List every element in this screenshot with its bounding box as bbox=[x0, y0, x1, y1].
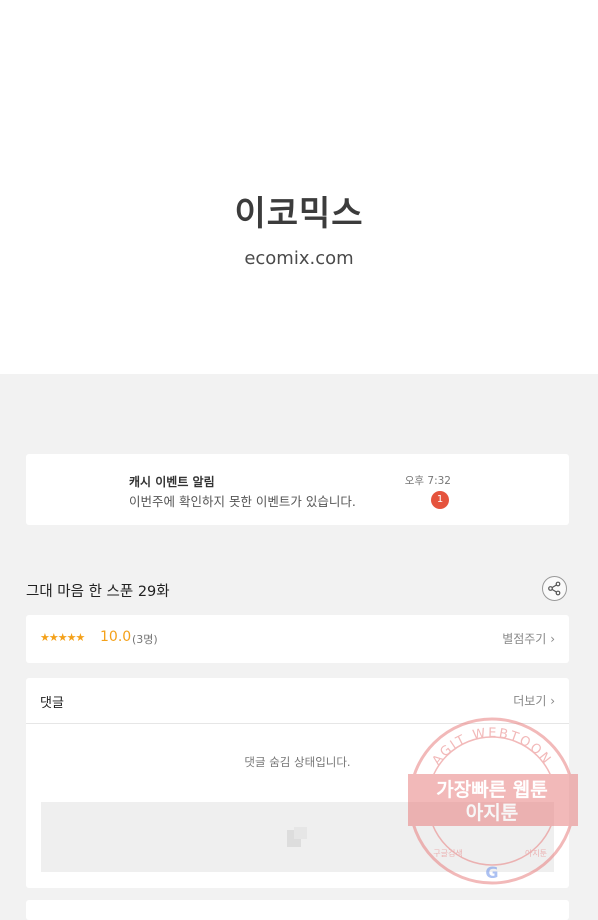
logo-text: 이코믹스 bbox=[234, 194, 364, 234]
watermark-bottom-right: 아지툰 bbox=[525, 848, 547, 858]
rating-card: ★★★★★ 10.0 (3명) 별점주기 › bbox=[26, 615, 569, 663]
watermark-bottom-left: 구글검색 bbox=[433, 848, 462, 858]
star-rating-icons: ★★★★★ bbox=[40, 631, 85, 644]
notification-message: 이번주에 확인하지 못한 이벤트가 있습니다. bbox=[129, 494, 356, 509]
episode-title: 그대 마음 한 스푼 29화 bbox=[26, 584, 170, 600]
notification-badge: 1 bbox=[431, 491, 449, 509]
logo-url: ecomix.com bbox=[244, 248, 354, 269]
comments-title: 댓글 bbox=[40, 696, 64, 711]
more-label: 더보기 bbox=[513, 694, 547, 708]
rating-score: 10.0 bbox=[100, 629, 132, 645]
rate-button[interactable]: 별점주기 › bbox=[502, 630, 555, 647]
share-button[interactable] bbox=[542, 576, 567, 601]
chevron-right-icon: › bbox=[550, 632, 555, 646]
notification-card[interactable]: 캐시 이벤트 알림 이번주에 확인하지 못한 이벤트가 있습니다. 오후 7:3… bbox=[26, 454, 569, 525]
watermark-stamp: AGIT WEBTOON 가장빠른 웹툰 아지툰 구글검색 아지툰 G bbox=[408, 717, 578, 885]
google-g-icon: G bbox=[485, 863, 498, 882]
watermark-banner-line2: 아지툰 bbox=[466, 802, 518, 824]
notification-time: 오후 7:32 bbox=[404, 475, 451, 487]
share-icon bbox=[548, 581, 561, 596]
chevron-right-icon: › bbox=[550, 694, 555, 708]
logo: 이코믹스 ecomix.com bbox=[0, 192, 598, 269]
next-card bbox=[26, 900, 569, 920]
notification-title: 캐시 이벤트 알림 bbox=[129, 475, 215, 489]
image-placeholder-icon bbox=[287, 827, 307, 847]
rating-count: (3명) bbox=[132, 633, 158, 646]
watermark-banner-line1: 가장빠른 웹툰 bbox=[436, 779, 548, 801]
comments-more-button[interactable]: 더보기 › bbox=[513, 692, 555, 709]
splash-area: 이코믹스 ecomix.com bbox=[0, 0, 598, 374]
rate-button-label: 별점주기 bbox=[502, 632, 547, 646]
